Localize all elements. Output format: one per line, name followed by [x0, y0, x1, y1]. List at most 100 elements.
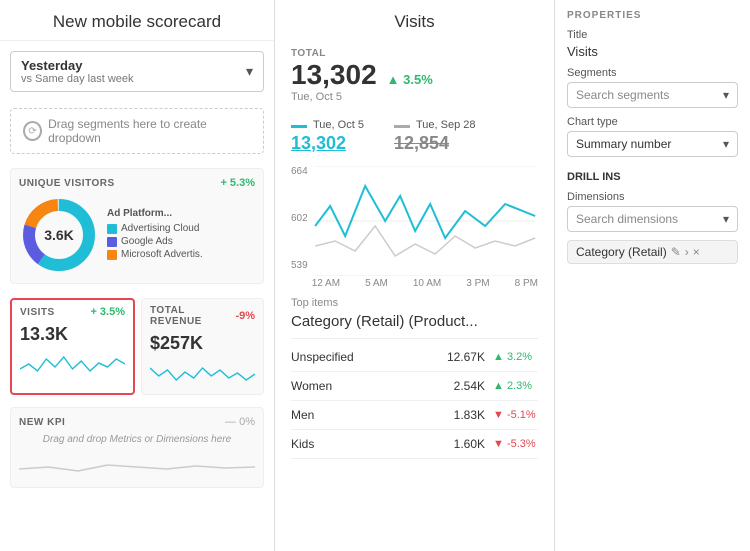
table-row: Kids 1.60K ▼ -5.3%	[291, 430, 538, 459]
segments-label: Segments	[567, 67, 738, 79]
properties-section-title: PROPERTIES	[567, 10, 738, 21]
item-change-2: ▼ -5.1%	[493, 409, 538, 421]
new-kpi-desc: Drag and drop Metrics or Dimensions here	[19, 434, 255, 445]
date-selector-text: Yesterday vs Same day last week	[21, 58, 134, 85]
legend-dot-0	[107, 224, 117, 234]
total-change: ▲ 3.5%	[387, 72, 433, 87]
left-panel: New mobile scorecard Yesterday vs Same d…	[0, 0, 275, 551]
chart-type-value: Summary number	[576, 137, 671, 151]
segments-placeholder: Search segments	[576, 88, 669, 102]
table-row: Unspecified 12.67K ▲ 3.2%	[291, 343, 538, 372]
dimensions-select[interactable]: Search dimensions ▾	[567, 206, 738, 232]
visitors-legend: Ad Platform... Advertising Cloud Google …	[107, 208, 255, 262]
legend-label-1: Google Ads	[121, 236, 173, 247]
visits-total-section: TOTAL 13,302 ▲ 3.5% Tue, Oct 5	[275, 40, 554, 111]
comp-item-1: Tue, Sep 28 12,854	[394, 119, 476, 154]
y-axis: 664 602 539	[291, 166, 308, 289]
table-row: Women 2.54K ▲ 2.3%	[291, 372, 538, 401]
total-date: Tue, Oct 5	[291, 91, 538, 103]
dimension-tag: Category (Retail) ✎ › ×	[567, 240, 738, 264]
item-val-3: 1.60K	[454, 437, 485, 451]
new-kpi-card[interactable]: NEW KPI — 0% Drag and drop Metrics or Di…	[10, 407, 264, 488]
drag-segments-area: ⟳ Drag segments here to create dropdown	[10, 108, 264, 154]
new-kpi-sparkline	[19, 449, 255, 479]
chart-container: 664 602 539 12 AM 5 AM 10	[275, 162, 554, 289]
legend-item-0: Advertising Cloud	[107, 223, 255, 234]
total-label: TOTAL	[291, 48, 538, 59]
visits-comparison: Tue, Oct 5 13,302 Tue, Sep 28 12,854	[275, 111, 554, 162]
segments-select[interactable]: Search segments ▾	[567, 82, 738, 108]
item-change-3: ▼ -5.3%	[493, 438, 538, 450]
legend-item-1: Google Ads	[107, 236, 255, 247]
visits-sparkline	[20, 349, 125, 379]
total-number: 13,302	[291, 59, 377, 91]
legend-label-0: Advertising Cloud	[121, 223, 199, 234]
x-label-10am: 10 AM	[413, 278, 441, 289]
drag-segments-label: Drag segments here to create dropdown	[48, 117, 251, 145]
item-val-0: 12.67K	[447, 350, 485, 364]
donut-chart: 3.6K	[19, 195, 99, 275]
legend-dot-2	[107, 250, 117, 260]
chart-svg-area: 12 AM 5 AM 10 AM 3 PM 8 PM	[312, 166, 538, 289]
revenue-kpi-value: $257K	[150, 333, 255, 354]
revenue-kpi-label: TOTAL REVENUE	[150, 305, 235, 327]
new-kpi-label: NEW KPI	[19, 417, 65, 428]
drag-icon: ⟳	[23, 121, 42, 141]
item-name-3: Kids	[291, 437, 454, 451]
date-selector[interactable]: Yesterday vs Same day last week ▾	[10, 51, 264, 92]
legend-item-2: Microsoft Advertis.	[107, 249, 255, 260]
date-main: Yesterday	[21, 58, 134, 73]
visits-kpi-value: 13.3K	[20, 324, 125, 345]
legend-dot-1	[107, 237, 117, 247]
top-items-category: Category (Retail) (Product...	[291, 313, 538, 330]
visitors-label: UNIQUE VISITORS	[19, 178, 115, 189]
visits-panel-title: Visits	[275, 0, 554, 40]
visits-kpi-change: + 3.5%	[90, 306, 125, 318]
chart-type-select[interactable]: Summary number ▾	[567, 131, 738, 157]
scorecard-title: New mobile scorecard	[0, 0, 274, 41]
edit-icon[interactable]: ✎	[671, 245, 681, 259]
title-label: Title	[567, 29, 738, 41]
chevron-right-icon[interactable]: ›	[685, 245, 689, 259]
drill-ins-label: DRILL INS	[567, 171, 738, 183]
kpi-row: VISITS + 3.5% 13.3K TOTAL REVENUE -9% $2…	[10, 298, 264, 395]
chevron-down-icon: ▾	[723, 88, 729, 102]
item-change-1: ▲ 2.3%	[493, 380, 538, 392]
comp-num-1: 12,854	[394, 133, 476, 154]
chart-type-label: Chart type	[567, 116, 738, 128]
x-label-3pm: 3 PM	[466, 278, 489, 289]
visits-kpi-label: VISITS	[20, 307, 55, 318]
revenue-kpi-header: TOTAL REVENUE -9%	[150, 305, 255, 327]
table-row: Men 1.83K ▼ -5.1%	[291, 401, 538, 430]
top-items-label: Top items	[291, 297, 538, 309]
date-sub: vs Same day last week	[21, 73, 134, 85]
revenue-kpi-card[interactable]: TOTAL REVENUE -9% $257K	[141, 298, 264, 395]
comp-item-0: Tue, Oct 5 13,302	[291, 119, 364, 154]
item-name-1: Women	[291, 379, 454, 393]
x-label-12am: 12 AM	[312, 278, 340, 289]
x-axis: 12 AM 5 AM 10 AM 3 PM 8 PM	[312, 278, 538, 289]
x-label-8pm: 8 PM	[515, 278, 538, 289]
close-icon[interactable]: ×	[693, 245, 700, 259]
visits-kpi-header: VISITS + 3.5%	[20, 306, 125, 318]
title-value: Visits	[567, 44, 738, 59]
right-panel: PROPERTIES Title Visits Segments Search …	[555, 0, 750, 551]
chevron-down-icon: ▾	[723, 137, 729, 151]
item-name-2: Men	[291, 408, 454, 422]
y-label-602: 602	[291, 213, 308, 224]
new-kpi-change: — 0%	[225, 416, 255, 428]
dimensions-label: Dimensions	[567, 191, 738, 203]
visits-kpi-card[interactable]: VISITS + 3.5% 13.3K	[10, 298, 135, 395]
comp-date-1: Tue, Sep 28	[416, 119, 476, 131]
visitors-change: + 5.3%	[220, 177, 255, 189]
visitors-content: 3.6K Ad Platform... Advertising Cloud Go…	[19, 195, 255, 275]
x-label-5am: 5 AM	[365, 278, 388, 289]
dimension-tag-label: Category (Retail)	[576, 245, 667, 259]
y-label-539: 539	[291, 260, 308, 271]
unique-visitors-card: UNIQUE VISITORS + 5.3% 3.6K Ad Platform.…	[10, 168, 264, 284]
item-val-1: 2.54K	[454, 379, 485, 393]
comp-num-0: 13,302	[291, 133, 364, 154]
legend-title: Ad Platform...	[107, 208, 255, 219]
comp-date-0: Tue, Oct 5	[313, 119, 364, 131]
top-items-divider	[291, 338, 538, 339]
